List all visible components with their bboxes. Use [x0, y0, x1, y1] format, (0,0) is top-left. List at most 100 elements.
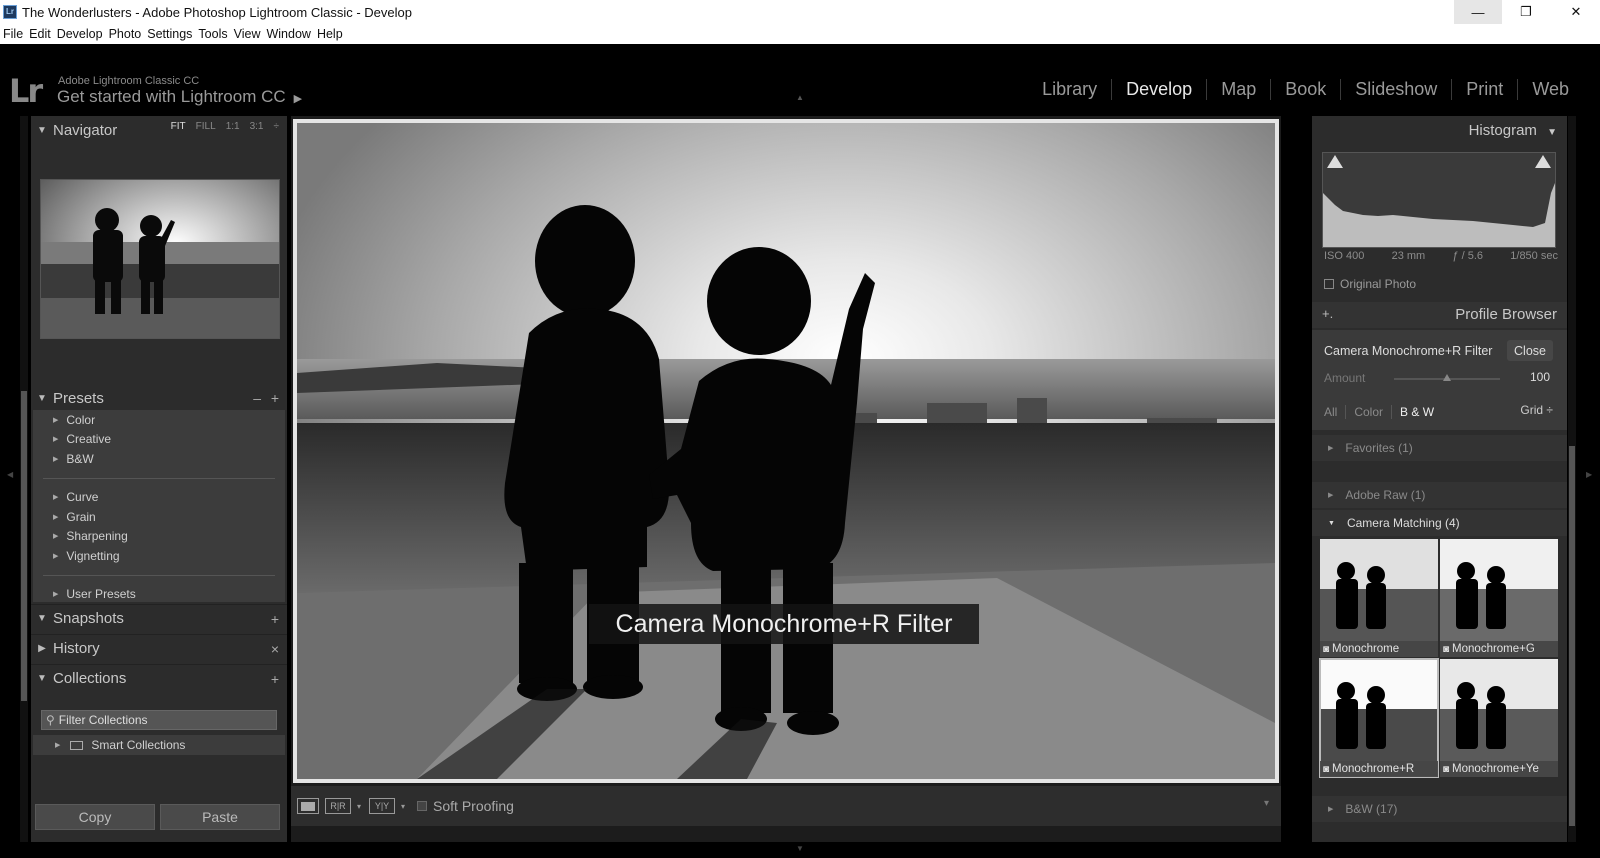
add-profile-button[interactable]: +.	[1322, 306, 1333, 321]
paste-button[interactable]: Paste	[160, 804, 280, 830]
profile-thumb-selected[interactable]: ◙ Monochrome+R	[1319, 658, 1439, 778]
menu-help[interactable]: Help	[317, 27, 343, 41]
preset-folder-grain[interactable]: ▶ Grain	[33, 507, 285, 527]
history-header[interactable]: ▶ History ×	[31, 634, 287, 662]
collapse-triangle-icon[interactable]: ▼	[31, 613, 53, 624]
collapse-triangle-icon[interactable]: ▼	[31, 393, 53, 404]
navigator-preview[interactable]	[40, 179, 280, 339]
toolbar-menu-icon[interactable]: ▾	[1264, 798, 1269, 809]
before-after-icon[interactable]: R|R	[325, 798, 351, 814]
right-panel-toggle-icon[interactable]: ▶	[1586, 470, 1592, 479]
module-web[interactable]: Web	[1517, 79, 1583, 100]
get-started-link[interactable]: Get started with Lightroom CC ▶	[57, 87, 302, 107]
preset-folder-sharpening[interactable]: ▶ Sharpening	[33, 527, 285, 547]
snapshots-header[interactable]: ▼ Snapshots +	[31, 604, 287, 632]
profile-label-bar: ◙ Monochrome+G	[1440, 641, 1558, 657]
current-profile-name: Camera Monochrome+R Filter	[1324, 344, 1493, 358]
menu-photo[interactable]: Photo	[109, 27, 142, 41]
collapse-triangle-icon[interactable]: ▼	[31, 673, 53, 684]
group-camera-matching[interactable]: ▼ Camera Matching (4)	[1312, 510, 1567, 536]
soft-proofing-checkbox[interactable]	[417, 801, 428, 811]
amount-slider[interactable]	[1394, 374, 1500, 381]
module-map[interactable]: Map	[1206, 79, 1270, 100]
histogram-header[interactable]: Histogram ▼	[1469, 122, 1557, 139]
loupe-view-icon[interactable]	[297, 798, 319, 814]
filter-color[interactable]: Color	[1345, 405, 1391, 419]
left-scroll-thumb[interactable]	[21, 391, 27, 701]
right-scrollbar[interactable]	[1568, 116, 1576, 842]
filter-bw[interactable]: B & W	[1391, 405, 1442, 419]
menu-file[interactable]: File	[3, 27, 23, 41]
profile-thumb[interactable]: ◙ Monochrome+Ye	[1440, 659, 1558, 777]
filter-collections-input[interactable]: ⚲ Filter Collections	[41, 710, 277, 730]
preset-folder-color[interactable]: ▶ Color	[33, 410, 285, 430]
remove-preset-button[interactable]: –	[253, 390, 261, 406]
restore-button[interactable]: ❐	[1502, 0, 1550, 24]
menu-edit[interactable]: Edit	[29, 27, 51, 41]
module-slideshow[interactable]: Slideshow	[1340, 79, 1451, 100]
clear-history-button[interactable]: ×	[271, 641, 279, 657]
lr-logo: Lr	[9, 72, 43, 110]
collapse-triangle-icon[interactable]: ▼	[31, 125, 53, 136]
copy-button[interactable]: Copy	[35, 804, 155, 830]
minimize-button[interactable]: —	[1454, 0, 1502, 24]
view-mode-dropdown[interactable]: Grid ÷	[1520, 403, 1553, 417]
group-favorites[interactable]: ▶ Favorites (1)	[1312, 435, 1567, 461]
preset-folder-bw[interactable]: ▶ B&W	[33, 449, 285, 469]
menu-tools[interactable]: Tools	[198, 27, 227, 41]
zoom-1-1[interactable]: 1:1	[226, 121, 240, 132]
zoom-fit[interactable]: FIT	[171, 121, 186, 132]
preset-folder-user[interactable]: ▶ User Presets	[33, 585, 285, 605]
amount-value[interactable]: 100	[1530, 370, 1550, 384]
module-print[interactable]: Print	[1451, 79, 1517, 100]
zoom-3-1[interactable]: 3:1	[250, 121, 264, 132]
close-profile-browser-button[interactable]: Close	[1507, 340, 1553, 361]
add-preset-button[interactable]: +	[271, 390, 279, 406]
highlight-clipping-icon[interactable]	[1535, 155, 1551, 168]
add-snapshot-button[interactable]: +	[271, 611, 279, 627]
main-photo[interactable]	[297, 123, 1275, 779]
module-book[interactable]: Book	[1270, 79, 1340, 100]
profile-type-filter: All Color B & W	[1324, 405, 1442, 419]
profile-preview-image	[1320, 659, 1438, 777]
module-library[interactable]: Library	[1028, 79, 1111, 100]
chevron-down-icon[interactable]: ▾	[357, 802, 361, 811]
close-window-button[interactable]: ✕	[1552, 0, 1600, 24]
menu-settings[interactable]: Settings	[147, 27, 192, 41]
presets-header[interactable]: ▼ Presets – +	[31, 384, 287, 412]
right-scroll-thumb[interactable]	[1569, 446, 1575, 826]
add-collection-button[interactable]: +	[271, 671, 279, 687]
histogram-graph[interactable]	[1322, 152, 1556, 248]
zoom-more[interactable]: ÷	[274, 121, 280, 132]
collapse-bottom-arrow-icon[interactable]: ▼	[796, 844, 804, 853]
amount-slider-knob[interactable]	[1443, 374, 1451, 381]
iso-value: ISO 400	[1324, 250, 1365, 262]
left-panel-toggle-icon[interactable]: ◀	[7, 470, 13, 479]
preset-folder-curve[interactable]: ▶ Curve	[33, 488, 285, 508]
collapse-top-arrow-icon[interactable]: ▲	[796, 93, 804, 102]
expand-triangle-icon[interactable]: ▶	[31, 643, 53, 654]
menu-window[interactable]: Window	[266, 27, 310, 41]
before-after-yy-icon[interactable]: Y|Y	[369, 798, 396, 814]
profile-thumb[interactable]: ◙ Monochrome	[1320, 539, 1438, 657]
profile-thumb[interactable]: ◙ Monochrome+G	[1440, 539, 1558, 657]
zoom-fill[interactable]: FILL	[196, 121, 216, 132]
group-adobe-raw[interactable]: ▶ Adobe Raw (1)	[1312, 482, 1567, 508]
preset-label: Vignetting	[66, 548, 120, 563]
collections-header[interactable]: ▼ Collections +	[31, 664, 287, 692]
filter-all[interactable]: All	[1324, 405, 1345, 419]
original-photo-toggle[interactable]: Original Photo	[1324, 277, 1416, 291]
divider	[43, 477, 275, 479]
original-photo-checkbox[interactable]	[1324, 279, 1334, 289]
menu-view[interactable]: View	[234, 27, 261, 41]
smart-collections-item[interactable]: ▶ Smart Collections	[33, 735, 285, 755]
group-bw[interactable]: ▶ B&W (17)	[1312, 796, 1567, 822]
module-develop[interactable]: Develop	[1111, 79, 1206, 100]
menu-develop[interactable]: Develop	[57, 27, 103, 41]
left-scrollbar[interactable]	[20, 116, 28, 842]
preset-folder-creative[interactable]: ▶ Creative	[33, 430, 285, 450]
chevron-down-icon[interactable]: ▾	[401, 802, 405, 811]
shadow-clipping-icon[interactable]	[1327, 155, 1343, 168]
collapse-triangle-icon[interactable]: ▼	[1547, 127, 1557, 138]
preset-folder-vignetting[interactable]: ▶ Vignetting	[33, 546, 285, 566]
